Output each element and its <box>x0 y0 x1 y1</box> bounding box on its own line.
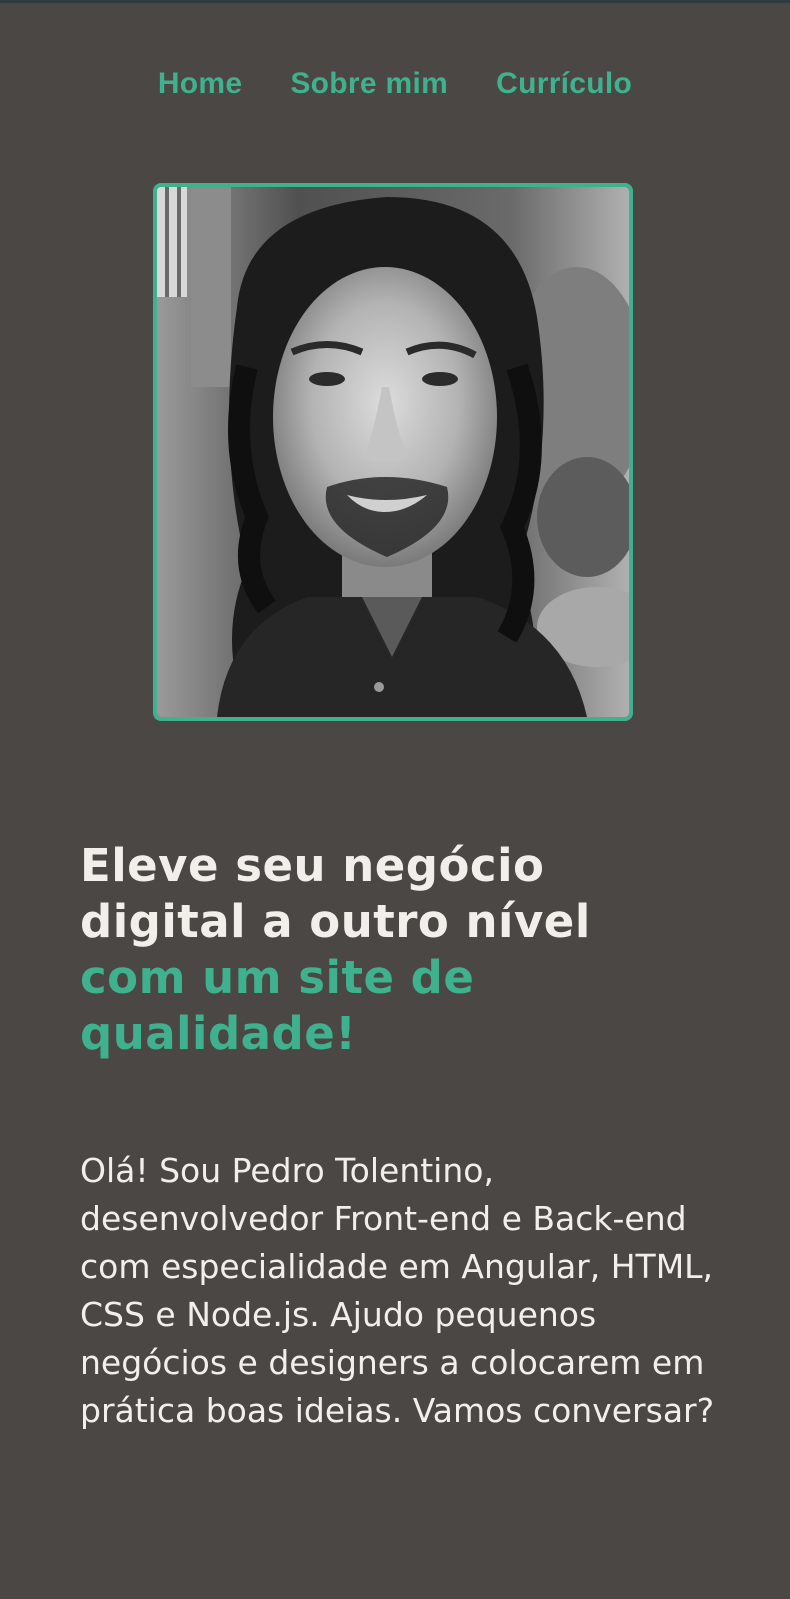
headline-accent-line-1: com um site de <box>80 951 475 1004</box>
main-nav: Home Sobre mim Currículo <box>0 66 790 102</box>
nav-link-about[interactable]: Sobre mim <box>290 66 448 102</box>
hero-bio: Olá! Sou Pedro Tolentino, desenvolvedor … <box>80 1151 715 1430</box>
profile-photo <box>153 183 633 721</box>
nav-link-home[interactable]: Home <box>158 66 243 102</box>
headline-line-1: Eleve seu negócio <box>80 839 545 892</box>
profile-photo-image <box>157 187 629 717</box>
hero-headline: Eleve seu negócio digital a outro nível … <box>80 838 730 1062</box>
headline-line-2: digital a outro nível <box>80 895 591 948</box>
top-border <box>0 0 790 3</box>
headline-accent-line-2: qualidade! <box>80 1007 357 1060</box>
nav-link-resume[interactable]: Currículo <box>496 66 632 102</box>
